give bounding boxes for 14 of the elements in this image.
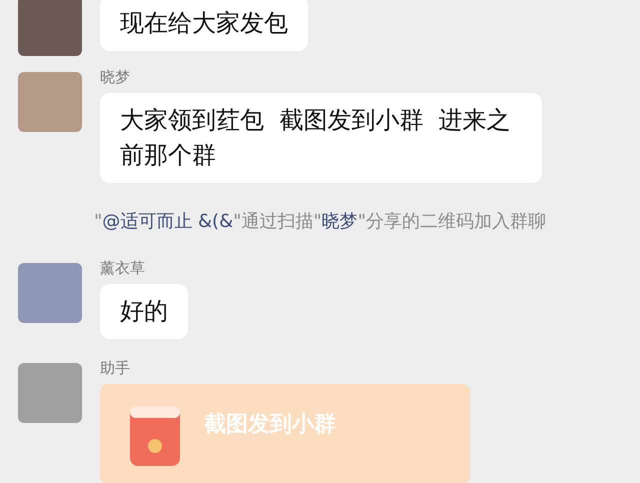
message-bubble: 现在给大家发包 bbox=[100, 0, 308, 51]
avatar-photo[interactable] bbox=[18, 363, 82, 423]
message-bubble: 大家领到荭包 截图发到小群 进来之前那个群 bbox=[100, 93, 542, 183]
packet-card[interactable]: 截图发到小群 bbox=[100, 384, 470, 483]
avatar-photo[interactable] bbox=[18, 263, 82, 323]
sender-name: 助手 bbox=[100, 359, 131, 378]
avatar-photo[interactable] bbox=[18, 72, 82, 132]
message-bubble: 好的 bbox=[100, 284, 188, 339]
sender-name: 薰衣草 bbox=[100, 259, 146, 278]
packet-title: 截图发到小群 bbox=[204, 411, 336, 439]
system-notice: "@适可而止 &(&"通过扫描"晓梦"分享的二维码加入群聊 bbox=[93, 210, 547, 234]
sender-name: 晓梦 bbox=[100, 68, 131, 87]
jar-icon bbox=[130, 406, 180, 466]
avatar-photo[interactable] bbox=[18, 0, 82, 56]
